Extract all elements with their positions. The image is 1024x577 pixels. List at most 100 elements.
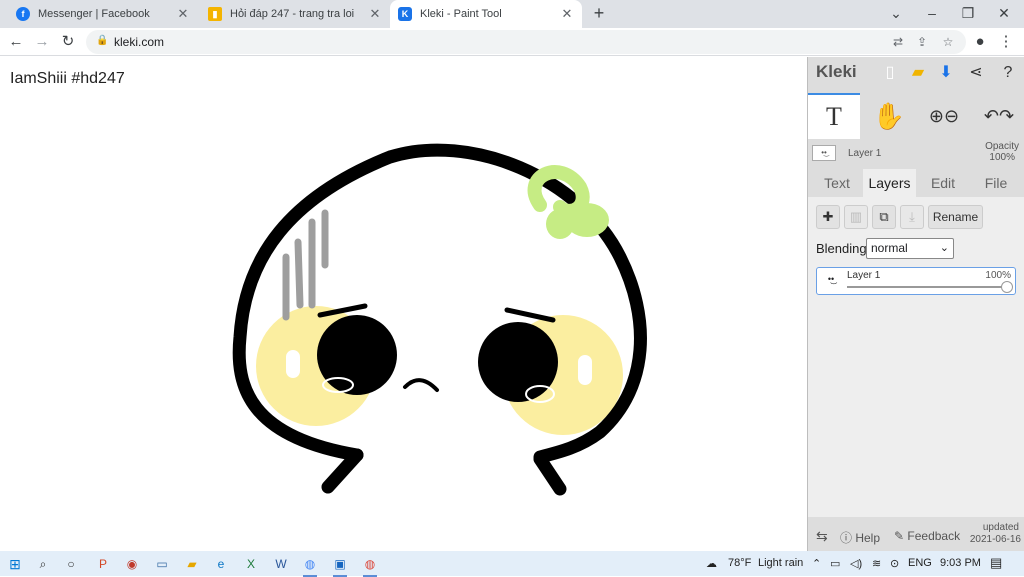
profile-avatar-icon[interactable]: ●	[970, 32, 990, 52]
right-eye	[478, 322, 558, 402]
mouth	[403, 378, 439, 392]
chevron-up-icon[interactable]: ⌃	[812, 557, 821, 570]
photos-icon[interactable]: ▣	[329, 554, 351, 577]
close-icon[interactable]: ✕	[176, 6, 190, 22]
sweat-line-2	[294, 238, 304, 309]
help-link[interactable]: ⓘ Help	[840, 529, 880, 546]
maximize-button[interactable]: ❐	[950, 0, 986, 28]
notification-icon[interactable]: ▤	[990, 555, 1002, 571]
search-icon[interactable]: ⌕	[32, 554, 54, 574]
lock-icon: 🔒	[96, 35, 109, 46]
app-icon[interactable]: ◉	[121, 554, 143, 574]
mochi-drawing	[232, 143, 647, 496]
text-tool-icon[interactable]: T	[808, 93, 860, 139]
duplicate-layer-button[interactable]: ⧉	[872, 205, 896, 229]
tool-row: T ✋ ⊕⊖ ↶↷	[808, 93, 1024, 139]
tab-file[interactable]: File	[970, 169, 1022, 197]
tab-layers[interactable]: Layers	[863, 169, 916, 197]
facebook-icon: f	[16, 7, 30, 21]
sidebar-tabs: Text Layers Edit File	[808, 167, 1024, 197]
layer-opacity: 100%	[985, 270, 1011, 281]
add-layer-button[interactable]: ✚	[816, 205, 840, 229]
active-layer-name: Layer 1	[848, 148, 882, 159]
left-cheek-shine	[286, 350, 300, 378]
back-icon[interactable]: ←	[6, 32, 26, 52]
updated-date: 2021-06-16	[969, 534, 1021, 545]
slider-knob[interactable]	[1001, 281, 1013, 293]
feedback-icon: ✎	[894, 529, 908, 543]
kleki-sidebar: Kleki ▯ ▰ ⬇ ⋖ ? T ✋ ⊕⊖ ↶↷ •͜• Layer 1 Op…	[807, 57, 1024, 551]
language-indicator[interactable]: ENG	[908, 557, 932, 569]
close-icon[interactable]: ✕	[368, 6, 382, 22]
chrome-icon[interactable]: ◍	[299, 554, 321, 577]
layers-panel: ✚ ▥ ⧉ ⤓ Rename Blending normal ⌄ •͜• Lay…	[808, 197, 1024, 517]
merge-layer-button[interactable]: ⤓	[900, 205, 924, 229]
excel-icon[interactable]: X	[240, 554, 262, 574]
menu-dots-icon[interactable]: ⋮	[996, 32, 1016, 52]
computer-icon[interactable]: ▭	[151, 554, 173, 574]
windows-taskbar: ⊞ ⌕ ○ P ◉ ▭ ▰ e X W ◍ ▣ ◍ ☁ 78°F Light r…	[0, 551, 1024, 577]
forward-icon[interactable]: →	[32, 32, 52, 52]
tab-title: Kleki - Paint Tool	[420, 8, 502, 20]
help-label: Help	[855, 531, 881, 545]
new-tab-button[interactable]: +	[589, 3, 609, 23]
updated-label: updated	[982, 522, 1019, 533]
drawing-canvas[interactable]: IamShiii #hd247	[0, 57, 807, 551]
minimize-button[interactable]: –	[914, 0, 950, 28]
layer-list-item[interactable]: •͜• Layer 1 100%	[816, 267, 1016, 295]
zoom-icon[interactable]: ⊕⊖	[918, 93, 970, 139]
word-icon[interactable]: W	[270, 554, 292, 574]
battery-icon[interactable]: ▭	[830, 557, 840, 570]
clock-time[interactable]: 9:03 PM	[940, 557, 981, 569]
network-icon[interactable]: ⊙	[890, 557, 899, 570]
file-explorer-icon[interactable]: ▰	[181, 554, 203, 574]
feedback-link[interactable]: ✎ Feedback	[894, 529, 960, 543]
task-view-icon[interactable]: ○	[60, 554, 82, 574]
edge-icon[interactable]: e	[210, 554, 232, 574]
volume-icon[interactable]: ◁)	[850, 557, 862, 570]
wifi-icon[interactable]: ≋	[872, 557, 881, 570]
feedback-label: Feedback	[907, 529, 961, 543]
tab-title: Hỏi đáp 247 - trang tra loi	[230, 8, 355, 20]
translate-icon[interactable]: ⇄	[890, 34, 906, 50]
tab-messenger[interactable]: f Messenger | Facebook ✕	[8, 0, 198, 28]
blending-select[interactable]: normal ⌄	[866, 238, 954, 259]
delete-layer-button[interactable]: ▥	[844, 205, 868, 229]
powerpoint-icon[interactable]: P	[92, 554, 114, 574]
tab-text[interactable]: Text	[812, 169, 862, 197]
download-icon[interactable]: ⬇	[936, 63, 956, 83]
tab-hoidap[interactable]: ▮ Hỏi đáp 247 - trang tra loi ✕	[200, 0, 390, 28]
help-icon[interactable]: ?	[998, 63, 1018, 83]
browser-toolbar: ← → ↻ 🔒 kleki.com ⇄ ⇪ ☆ ● ⋮	[0, 28, 1024, 56]
windows-start-icon[interactable]: ⊞	[4, 554, 26, 574]
layer-thumbnail-icon: •͜•	[812, 145, 836, 161]
close-icon[interactable]: ✕	[560, 6, 574, 22]
share-icon[interactable]: ⋖	[966, 63, 986, 83]
rename-button[interactable]: Rename	[928, 205, 983, 229]
tab-kleki[interactable]: K Kleki - Paint Tool ✕	[390, 0, 582, 28]
left-eye	[317, 315, 397, 395]
weather-temp[interactable]: 78°F	[728, 557, 751, 569]
bookmark-star-icon[interactable]: ☆	[940, 34, 956, 50]
kleki-logo[interactable]: Kleki	[816, 62, 857, 82]
weather-icon[interactable]: ☁	[706, 557, 717, 570]
tab-edit[interactable]: Edit	[918, 169, 968, 197]
left-arm	[321, 448, 364, 494]
window-close-button[interactable]: ✕	[986, 0, 1022, 28]
weather-text[interactable]: Light rain	[758, 557, 803, 569]
address-bar[interactable]: 🔒 kleki.com ⇄ ⇪ ☆	[86, 30, 966, 54]
share-icon[interactable]: ⇪	[914, 34, 930, 50]
new-image-icon[interactable]: ▯	[880, 63, 900, 83]
open-folder-icon[interactable]: ▰	[908, 63, 928, 83]
bow-knot-left	[546, 209, 574, 239]
right-arm	[533, 452, 567, 496]
chrome-icon[interactable]: ◍	[359, 554, 381, 577]
layer-opacity-slider[interactable]	[847, 286, 1007, 288]
undo-redo-icon[interactable]: ↶↷	[973, 93, 1024, 139]
swap-icon[interactable]: ⇆	[816, 528, 828, 545]
tab-search-button[interactable]: ⌄	[878, 0, 914, 28]
reload-icon[interactable]: ↻	[58, 32, 78, 52]
hand-tool-icon[interactable]: ✋	[863, 93, 915, 139]
blending-value: normal	[871, 241, 908, 255]
opacity-label: Opacity	[985, 141, 1019, 152]
